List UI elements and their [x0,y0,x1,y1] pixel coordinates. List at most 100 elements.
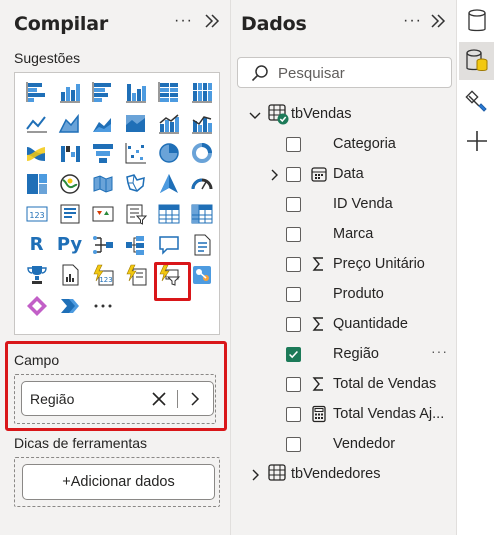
field-checkbox[interactable] [286,167,301,182]
chevron-down-icon[interactable] [248,107,262,123]
build-pane-toggle[interactable] [459,42,494,80]
field-name: Total Vendas Aj... [333,406,445,422]
visual-arcgis-map-button[interactable] [185,260,218,291]
visual-stacked-column-chart-button[interactable] [53,77,86,108]
field-row[interactable]: ID Venda [231,190,457,218]
format-pane-toggle[interactable] [459,83,494,121]
field-row[interactable]: Categoria [231,130,457,158]
visual-stacked-area-chart-button[interactable] [86,108,119,139]
field-name: Data [333,166,364,182]
visual-clustered-bar-chart-button[interactable] [86,77,119,108]
visual-decomposition-tree-button[interactable] [119,230,152,261]
area-chart-icon [58,113,79,133]
visual-shape-map-button[interactable] [119,169,152,200]
search-box[interactable] [237,57,452,88]
visual-key-influencers-button[interactable] [86,230,119,261]
table-row-1[interactable]: tbVendedores [231,460,457,488]
visual-waterfall-chart-button[interactable] [53,138,86,169]
azure-map-icon [159,173,178,193]
field-row[interactable]: Total de Vendas [231,370,457,398]
data-pane-toggle[interactable] [459,2,494,40]
field-row[interactable]: Preço Unitário [231,250,457,278]
more-visuals-icon [94,304,111,308]
visual-line-and-stacked-column-chart-button[interactable] [152,108,185,139]
visual-scatter-chart-button[interactable] [119,138,152,169]
field-checkbox[interactable] [286,227,301,242]
field-checkbox[interactable] [286,197,301,212]
visual-matrix-button[interactable] [185,199,218,230]
visual-100-stacked-column-chart-button[interactable] [185,77,218,108]
field-row[interactable]: Produto [231,280,457,308]
search-input[interactable] [278,62,448,84]
visual-power-automate-button[interactable] [119,260,152,291]
field-name: Região [333,346,379,362]
visual-r-script-visual-button[interactable]: R [20,230,53,261]
field-pill[interactable]: Região [21,381,214,416]
field-checkbox[interactable] [286,437,301,452]
visual-table-button[interactable] [152,199,185,230]
collapse-pane-icon[interactable] [203,12,221,30]
field-checkbox[interactable] [286,407,301,422]
visual-filled-map-button[interactable] [86,169,119,200]
field-row[interactable]: Data [231,160,457,188]
visual-more-visuals-button[interactable] [86,291,119,322]
visual-donut-chart-button[interactable] [185,138,218,169]
visual-stacked-bar-chart-button[interactable] [20,77,53,108]
field-name: Quantidade [333,316,408,332]
visual-power-automate-filter-button[interactable] [152,260,191,301]
visual-line-and-clustered-column-chart-button[interactable] [185,108,218,139]
visual-100-stacked-bar-chart-button[interactable] [152,77,185,108]
visual-multi-row-card-button[interactable] [53,199,86,230]
visual-gauge-button[interactable] [185,169,218,200]
visual-ribbon-chart-button[interactable] [20,138,53,169]
qa-icon [158,236,179,255]
calculator-icon [310,405,328,423]
field-row[interactable]: Marca [231,220,457,248]
100-stacked-bar-chart-icon [158,82,178,103]
field-checkbox[interactable] [286,257,301,272]
field-row[interactable]: Região ··· [231,340,457,368]
ribbon-chart-icon [26,147,45,162]
chevron-right-icon[interactable] [248,467,262,483]
chevron-right-icon[interactable] [267,167,281,183]
visual-power-apps-diamond-button[interactable] [20,291,53,322]
field-checkbox[interactable] [286,287,301,302]
clustered-bar-chart-icon [92,82,111,103]
table-row-0[interactable]: tbVendas [231,100,457,128]
build-pane-more-options-button[interactable]: ··· [174,12,193,30]
visual-kpi-button[interactable] [86,199,119,230]
visual-trophy-button[interactable] [20,260,53,291]
visual-python-visual-button[interactable]: Py [53,230,86,261]
data-pane-more-options-button[interactable]: ··· [403,12,422,30]
field-row[interactable]: Vendedor [231,430,457,458]
visual-slicer-button[interactable] [119,199,152,230]
visual-paginated-report-button[interactable] [53,260,86,291]
visual-azure-map-button[interactable] [152,169,185,200]
field-checkbox[interactable] [286,377,301,392]
visual-card-button[interactable]: 123 [20,199,53,230]
visual-line-chart-button[interactable] [20,108,53,139]
visual-pie-chart-button[interactable] [152,138,185,169]
visual-power-apps-button[interactable]: 123 [86,260,119,291]
add-data-button[interactable]: +Adicionar dados [22,464,215,500]
remove-field-icon[interactable] [149,389,169,409]
visual-area-chart-button[interactable] [53,108,86,139]
visual-smart-narrative-button[interactable] [185,230,218,261]
visual-qa-button[interactable] [152,230,185,261]
field-checkbox[interactable] [286,317,301,332]
field-pill-divider [177,390,178,408]
add-pane-button[interactable] [459,122,494,160]
visual-100-stacked-area-chart-button[interactable] [119,108,152,139]
field-row[interactable]: Quantidade [231,310,457,338]
field-checkbox[interactable] [286,137,301,152]
field-checkbox[interactable] [286,347,301,362]
visual-treemap-button[interactable] [20,169,53,200]
field-more-options-button[interactable]: ··· [431,343,448,359]
visual-funnel-chart-button[interactable] [86,138,119,169]
visual-map-button[interactable] [53,169,86,200]
field-row[interactable]: Total Vendas Aj... [231,400,457,428]
chevron-right-icon[interactable] [187,390,203,408]
collapse-pane-icon[interactable] [429,12,447,30]
visual-clustered-column-chart-button[interactable] [119,77,152,108]
visual-chevron-visual-button[interactable] [53,291,86,322]
